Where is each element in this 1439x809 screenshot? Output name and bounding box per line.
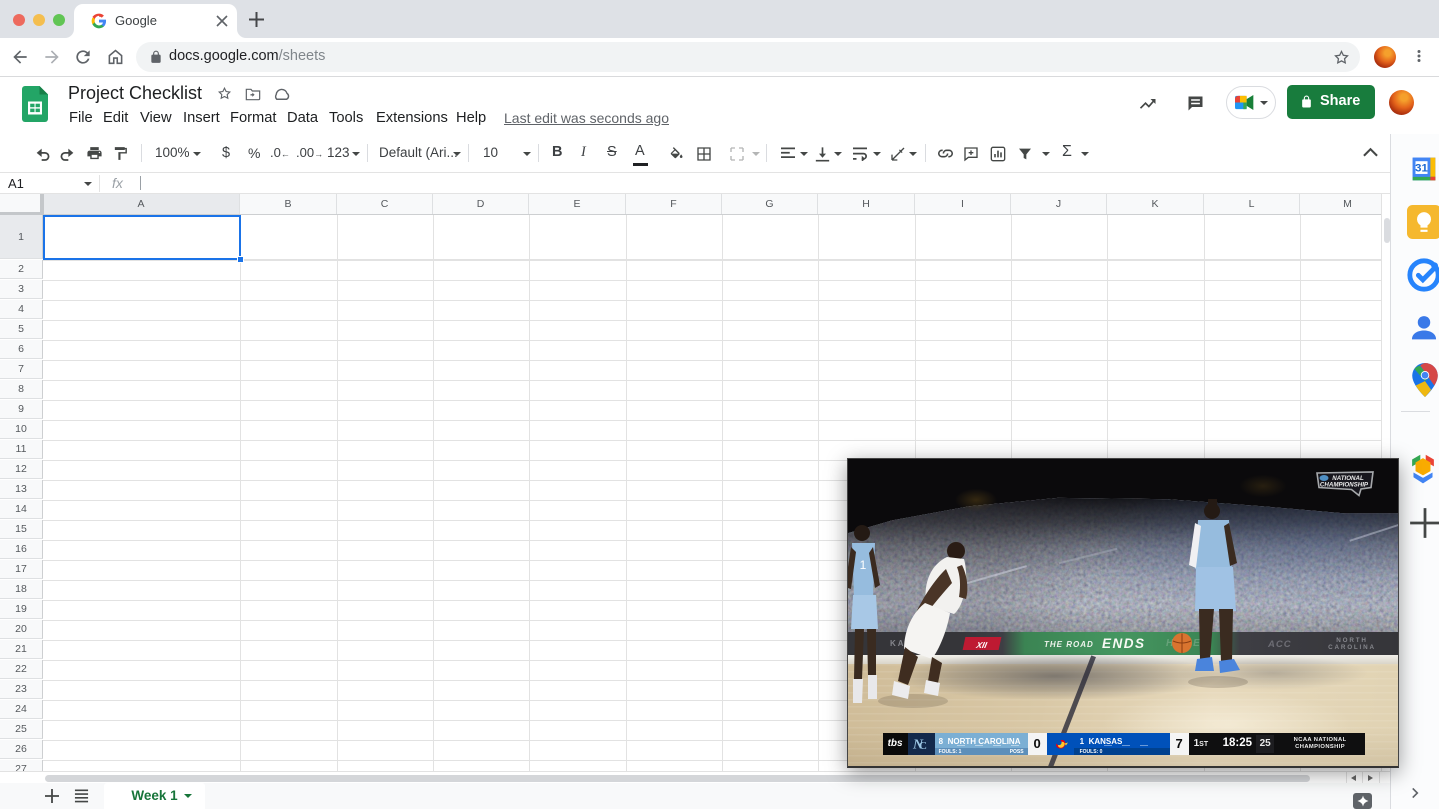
svg-text:CHAMPIONSHIP: CHAMPIONSHIP <box>1320 482 1369 489</box>
svg-text:31: 31 <box>1415 162 1428 174</box>
svg-text:1: 1 <box>860 558 867 572</box>
svg-text:C: C <box>919 740 927 752</box>
